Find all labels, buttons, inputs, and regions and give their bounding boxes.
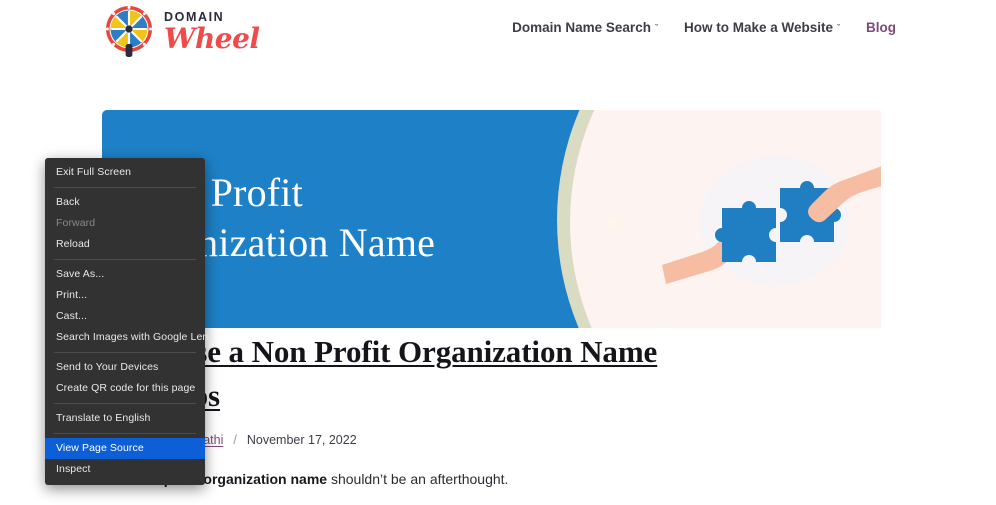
nav-label: Domain Name Search [512, 20, 651, 35]
site-logo[interactable]: DOMAIN Wheel [102, 4, 260, 58]
nav-item-domain-name-search[interactable]: Domain Name Search ˇ [512, 20, 658, 35]
chevron-down-icon: ˇ [654, 23, 658, 33]
context-menu-separator [54, 403, 196, 404]
hero-dot-decoration-2 [658, 324, 667, 328]
logo-wheel-text: Wheel [164, 21, 260, 55]
article-block: o Choose a Non Profit Organization Name … [102, 330, 892, 505]
context-menu-item-save-as[interactable]: Save As... [45, 264, 205, 285]
context-menu-item-exit-full-screen[interactable]: Exit Full Screen [45, 162, 205, 183]
site-header: DOMAIN Wheel Domain Name Search ˇ How to… [0, 0, 996, 62]
context-menu-separator [54, 259, 196, 260]
page-title: o Choose a Non Profit Organization Name … [102, 330, 892, 418]
hero-banner: on Profit ganization Name [102, 110, 881, 328]
context-menu-item-translate-to-english[interactable]: Translate to English [45, 408, 205, 429]
post-date: November 17, 2022 [246, 432, 357, 447]
byline: Qhubekani Nyathi / November 17, 2022 [102, 432, 892, 448]
context-menu-separator [54, 352, 196, 353]
context-menu-separator [54, 187, 196, 188]
chevron-down-icon: ˇ [837, 23, 840, 33]
nav-item-how-to-make-a-website[interactable]: How to Make a Website ˇ [684, 20, 840, 35]
puzzle-pieces-hands-icon [662, 160, 881, 290]
context-menu-item-forward: Forward [56, 217, 96, 229]
domain-wheel-logo-icon [102, 4, 156, 58]
context-menu-item-reload[interactable]: Reload [45, 234, 205, 255]
context-menu-item-back[interactable]: Back [45, 192, 205, 213]
nav-label: How to Make a Website [683, 20, 833, 35]
nav-item-blog[interactable]: Blog [866, 20, 896, 35]
byline-separator: / [233, 432, 237, 447]
browser-context-menu[interactable]: Exit Full Screen Back Forward Reload Sav… [45, 158, 214, 485]
context-menu-item-search-images-with-google-lens[interactable]: Search Images with Google Lens [45, 327, 214, 348]
lead-text-after: shouldn’t be an afterthought. [327, 471, 509, 488]
context-menu-item-cast[interactable]: Cast... [45, 306, 205, 327]
context-menu-separator [54, 433, 196, 434]
nav-label: Blog [866, 20, 896, 35]
main-navigation: Domain Name Search ˇ How to Make a Websi… [512, 20, 896, 35]
context-menu-item-send-to-your-devices[interactable]: Send to Your Devices [45, 357, 205, 378]
context-menu-item-view-page-source[interactable]: View Page Source [45, 438, 205, 459]
hero-title: on Profit ganization Name [160, 168, 630, 268]
context-menu-item-inspect[interactable]: Inspect [45, 459, 205, 480]
context-menu-item-create-qr-code[interactable]: Create QR code for this page [45, 378, 205, 399]
post-lead-paragraph: Your non profit organization name should… [102, 469, 892, 491]
context-menu-item-print[interactable]: Print... [45, 285, 205, 306]
